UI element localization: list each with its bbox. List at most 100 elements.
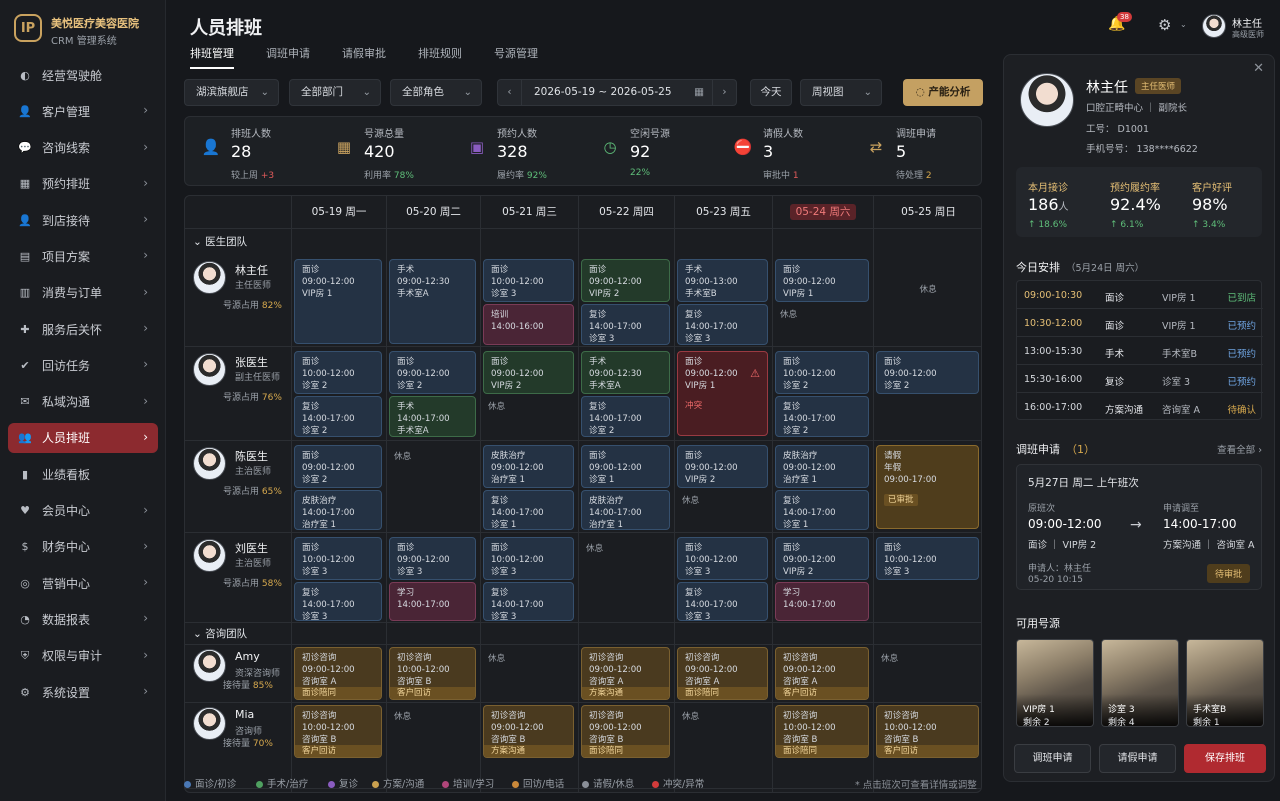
agenda-row[interactable]: 13:00-15:30 手术 手术室B 已预约 xyxy=(1017,337,1263,365)
tab-3[interactable]: 排班规则 xyxy=(418,45,462,69)
shift-block[interactable]: 请假 年假 09:00-17:00 已审批 xyxy=(876,445,979,529)
agenda-row[interactable]: 16:00-17:00 方案沟通 咨询室 A 待确认 xyxy=(1017,393,1263,421)
shift-block[interactable]: 手术 14:00-17:00 手术室A xyxy=(389,396,476,437)
sidebar-item-1[interactable]: 👤 客户管理 › xyxy=(8,96,158,126)
sidebar-item-14[interactable]: ◎ 营销中心 › xyxy=(8,568,158,598)
shift-block[interactable]: 复诊 14:00-17:00 诊室 2 xyxy=(294,396,382,437)
room-card[interactable]: 诊室 3 剩余 4 xyxy=(1101,639,1179,727)
shift-block[interactable]: 面诊 10:00-12:00 诊室 3 xyxy=(876,537,979,580)
tab-2[interactable]: 请假审批 xyxy=(342,45,386,69)
agenda-row[interactable]: 15:30-16:00 复诊 诊室 3 已预约 xyxy=(1017,365,1263,393)
sidebar-item-4[interactable]: 👤 到店接待 › xyxy=(8,205,158,235)
avatar[interactable] xyxy=(193,707,226,740)
person-name[interactable]: Amy xyxy=(235,650,260,663)
sidebar-item-3[interactable]: ▦ 预约排班 › xyxy=(8,169,158,199)
shift-block[interactable]: 面诊 10:00-12:00 诊室 3 xyxy=(483,537,574,580)
shift-block[interactable]: 复诊 14:00-17:00 诊室 3 xyxy=(677,304,768,345)
avatar[interactable] xyxy=(193,261,226,294)
shift-block[interactable]: 面诊 09:00-12:00 VIP房 1 冲突 ⚠ xyxy=(677,351,768,436)
sidebar-item-15[interactable]: ◔ 数据报表 › xyxy=(8,604,158,634)
shift-block[interactable]: 面诊 09:00-12:00 诊室 3 xyxy=(389,537,476,580)
shift-block[interactable]: 初诊咨询 09:00-12:00 咨询室 A 面诊陪同 xyxy=(294,647,382,700)
shift-block[interactable]: 复诊 14:00-17:00 诊室 3 xyxy=(581,304,670,345)
top-user-name[interactable]: 林主任 xyxy=(1232,15,1262,30)
agenda-row[interactable]: 09:00-10:30 面诊 VIP房 1 已到店 xyxy=(1017,281,1263,309)
shift-block[interactable]: 皮肤治疗 09:00-12:00 治疗室 1 xyxy=(775,445,869,488)
shift-block[interactable]: 初诊咨询 10:00-12:00 咨询室 B 面诊陪同 xyxy=(775,705,869,758)
agenda-row[interactable]: 10:30-12:00 面诊 VIP房 1 已预约 xyxy=(1017,309,1263,337)
shift-block[interactable]: 面诊 09:00-12:00 VIP房 2 xyxy=(581,259,670,302)
room-card[interactable]: VIP房 1 剩余 2 xyxy=(1016,639,1094,727)
sidebar-item-5[interactable]: ▤ 项目方案 › xyxy=(8,241,158,271)
avatar[interactable] xyxy=(193,539,226,572)
shift-block[interactable]: 复诊 14:00-17:00 诊室 2 xyxy=(775,396,869,437)
shift-block[interactable]: 初诊咨询 09:00-12:00 咨询室 B 面诊陪同 xyxy=(581,705,670,758)
shift-block[interactable]: 学习 14:00-17:00 xyxy=(775,582,869,621)
avatar[interactable] xyxy=(193,649,226,682)
chevron-down-icon[interactable]: ⌄ xyxy=(193,236,205,248)
shift-block[interactable]: 培训 14:00-16:00 xyxy=(483,304,574,345)
role-select[interactable]: 全部角色 ⌄ xyxy=(390,79,482,106)
avatar[interactable] xyxy=(193,447,226,480)
shift-block[interactable]: 面诊 10:00-12:00 诊室 3 xyxy=(483,259,574,302)
see-all-link[interactable]: 查看全部 › xyxy=(1217,442,1262,456)
dept-select[interactable]: 全部部门 ⌄ xyxy=(289,79,381,106)
shift-block[interactable]: 面诊 10:00-12:00 诊室 2 xyxy=(775,351,869,394)
sidebar-item-8[interactable]: ✔ 回访任务 › xyxy=(8,350,158,380)
sidebar-item-13[interactable]: $ 财务中心 › xyxy=(8,532,158,562)
shift-block[interactable]: 初诊咨询 10:00-12:00 咨询室 B 客户回访 xyxy=(389,647,476,700)
tab-1[interactable]: 调班申请 xyxy=(266,45,310,69)
shift-block[interactable]: 面诊 09:00-12:00 诊室 2 xyxy=(876,351,979,394)
avatar[interactable] xyxy=(193,353,226,386)
gear-icon[interactable]: ⚙ xyxy=(1158,16,1171,34)
shift-block[interactable]: 初诊咨询 09:00-12:00 咨询室 A 客户回访 xyxy=(775,647,869,700)
shift-swap-button[interactable]: 调班申请 xyxy=(1014,744,1091,773)
view-select[interactable]: 周视图 ⌄ xyxy=(800,79,882,106)
sidebar-item-0[interactable]: ◐ 经营驾驶舱 xyxy=(8,60,158,90)
prev-week-icon[interactable]: ‹ xyxy=(498,80,522,105)
shift-block[interactable]: 学习 14:00-17:00 xyxy=(389,582,476,621)
person-name[interactable]: 张医生 xyxy=(235,354,268,370)
request-card[interactable]: 5月27日 周二 上午班次 原班次 09:00-12:00 面诊 ｜ VIP房 … xyxy=(1016,464,1262,590)
sidebar-item-10[interactable]: 👥 人员排班 › xyxy=(8,422,158,453)
sidebar-item-17[interactable]: ⚙ 系统设置 › xyxy=(8,677,158,707)
shift-block[interactable]: 复诊 14:00-17:00 诊室 3 xyxy=(294,582,382,621)
shift-block[interactable]: 面诊 10:00-12:00 诊室 2 xyxy=(294,351,382,394)
calendar-icon[interactable]: ▦ xyxy=(694,86,704,98)
person-name[interactable]: 林主任 xyxy=(235,262,268,278)
sidebar-item-16[interactable]: ⛨ 权限与审计 › xyxy=(8,641,158,671)
shift-block[interactable]: 复诊 14:00-17:00 诊室 3 xyxy=(483,582,574,621)
sidebar-item-9[interactable]: ✉ 私域沟通 › xyxy=(8,387,158,417)
capacity-analysis-button[interactable]: ◌ 产能分析 xyxy=(903,79,983,106)
shift-block[interactable]: 面诊 10:00-12:00 诊室 3 xyxy=(294,537,382,580)
sidebar-item-6[interactable]: ▥ 消费与订单 › xyxy=(8,278,158,308)
shift-block[interactable]: 初诊咨询 10:00-12:00 咨询室 B 客户回访 xyxy=(876,705,979,758)
shift-block[interactable]: 初诊咨询 09:00-12:00 咨询室 A 方案沟通 xyxy=(581,647,670,700)
person-name[interactable]: 陈医生 xyxy=(235,448,268,464)
chevron-down-icon[interactable]: ⌄ xyxy=(1180,20,1187,29)
shift-block[interactable]: 复诊 14:00-17:00 诊室 2 xyxy=(581,396,670,437)
shift-block[interactable]: 手术 09:00-12:30 手术室A xyxy=(389,259,476,344)
tab-0[interactable]: 排班管理 xyxy=(190,45,234,69)
person-name[interactable]: Mia xyxy=(235,708,254,721)
sidebar-item-12[interactable]: ♥ 会员中心 › xyxy=(8,496,158,526)
save-schedule-button[interactable]: 保存排班 xyxy=(1184,744,1266,773)
shift-block[interactable]: 面诊 09:00-12:00 诊室 1 xyxy=(581,445,670,488)
tab-4[interactable]: 号源管理 xyxy=(494,45,538,69)
shift-block[interactable]: 复诊 14:00-17:00 诊室 3 xyxy=(677,582,768,621)
shift-block[interactable]: 面诊 09:00-12:00 VIP房 1 xyxy=(294,259,382,344)
shift-block[interactable]: 初诊咨询 10:00-12:00 咨询室 B 客户回访 xyxy=(294,705,382,758)
shift-block[interactable]: 皮肤治疗 09:00-12:00 治疗室 1 xyxy=(483,445,574,488)
close-icon[interactable]: ✕ xyxy=(1253,61,1264,76)
sidebar-item-7[interactable]: ✚ 服务后关怀 › xyxy=(8,314,158,344)
date-range-picker[interactable]: ‹ 2026-05-19 ~ 2026-05-25 ▦ › xyxy=(497,79,737,106)
shift-block[interactable]: 面诊 09:00-12:00 诊室 2 xyxy=(294,445,382,488)
shift-block[interactable]: 面诊 09:00-12:00 诊室 2 xyxy=(389,351,476,394)
shift-block[interactable]: 面诊 09:00-12:00 VIP房 2 xyxy=(677,445,768,488)
shift-block[interactable]: 皮肤治疗 14:00-17:00 治疗室 1 xyxy=(581,490,670,530)
person-name[interactable]: 刘医生 xyxy=(235,540,268,556)
sidebar-item-11[interactable]: ▮ 业绩看板 xyxy=(8,459,158,489)
room-card[interactable]: 手术室B 剩余 1 xyxy=(1186,639,1264,727)
shift-block[interactable]: 复诊 14:00-17:00 诊室 1 xyxy=(483,490,574,530)
shift-block[interactable]: 面诊 09:00-12:00 VIP房 2 xyxy=(775,537,869,580)
